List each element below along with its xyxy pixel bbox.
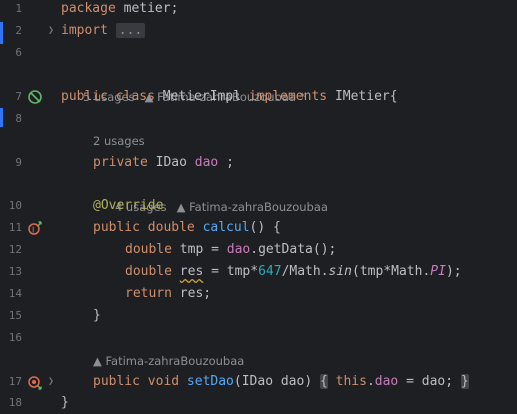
implemented-interface-icon[interactable] [27, 89, 43, 109]
line-number: 13 [8, 265, 22, 278]
line-number: 16 [8, 331, 22, 344]
code-vision-hint: 5 usages ▲ Fatima-zahraBouzoubaa * [0, 64, 517, 104]
line-number: 1 [15, 2, 22, 15]
line-number: 2 [15, 24, 22, 37]
folded-block-brace[interactable]: } [460, 374, 469, 389]
person-icon: ▲ [93, 354, 106, 368]
code-text: public class MetierImpl implements IMeti… [61, 89, 398, 104]
line-number: 14 [8, 287, 22, 300]
code-line: 6 [0, 42, 517, 64]
code-line: 8 [0, 108, 517, 130]
code-line: 7 public class MetierImpl implements IMe… [0, 86, 517, 108]
code-line: 14 return res; [0, 283, 517, 305]
code-text: @Override [93, 198, 164, 213]
folded-block-brace[interactable]: { [319, 374, 328, 389]
line-number: 11 [8, 221, 22, 234]
code-line: 13 double res = tmp*647/Math.sin(tmp*Mat… [0, 261, 517, 283]
chevron-right-icon[interactable]: ❯ [48, 376, 56, 388]
chevron-right-icon[interactable]: ❯ [48, 25, 56, 37]
code-line: 2 ❯ import ... [0, 20, 517, 42]
code-text: return res; [125, 286, 212, 301]
code-line: 18 } [0, 392, 517, 414]
code-text: public double calcul() { [93, 220, 281, 235]
code-line: 1 package metier; [0, 0, 517, 20]
line-number: 12 [8, 243, 22, 256]
code-text: double tmp = dao.getData(); [125, 242, 337, 257]
code-line: 16 [0, 327, 517, 349]
override-method-icon[interactable]: I [27, 220, 43, 240]
code-text: package metier; [61, 1, 179, 16]
line-number: 7 [15, 90, 22, 103]
code-line: 10 @Override [0, 195, 517, 217]
line-number: 17 [8, 375, 22, 388]
warning-squiggle[interactable]: res [180, 264, 203, 279]
code-text: double res = tmp*647/Math.sin(tmp*Math.P… [125, 264, 462, 279]
code-text: } [93, 308, 101, 323]
code-vision-hint: 2 usages [0, 130, 517, 152]
code-text: } [61, 395, 69, 410]
setter-bean-icon[interactable] [27, 374, 43, 394]
code-text: import ... [61, 20, 146, 42]
line-number: 6 [15, 46, 22, 59]
folded-imports[interactable]: ... [115, 23, 146, 38]
line-number: 18 [8, 396, 22, 409]
code-vision-hint: 4 usages ▲ Fatima-zahraBouzoubaa [0, 174, 517, 214]
line-number: 15 [8, 309, 22, 322]
code-editor[interactable]: 1 package metier; 2 ❯ import ... 6 5 usa… [0, 0, 517, 414]
usages-hint[interactable]: 2 usages [93, 130, 145, 152]
line-number: 9 [15, 156, 22, 169]
code-text: private IDao dao ; [93, 155, 234, 170]
line-number: 8 [15, 112, 22, 125]
code-line: 11 I public double calcul() { [0, 217, 517, 239]
author-hint[interactable]: ▲ Fatima-zahraBouzoubaa [93, 350, 244, 372]
svg-text:I: I [32, 226, 34, 235]
line-number: 10 [8, 199, 22, 212]
code-line: 9 private IDao dao ; [0, 152, 517, 174]
code-line: 12 double tmp = dao.getData(); [0, 239, 517, 261]
code-text: public void setDao(IDao dao) { this.dao … [93, 374, 469, 389]
code-line: 17 ❯ public void setDao(IDao dao) { this… [0, 371, 517, 393]
code-vision-hint: ▲ Fatima-zahraBouzoubaa [0, 350, 517, 372]
code-line: 15 } [0, 305, 517, 327]
